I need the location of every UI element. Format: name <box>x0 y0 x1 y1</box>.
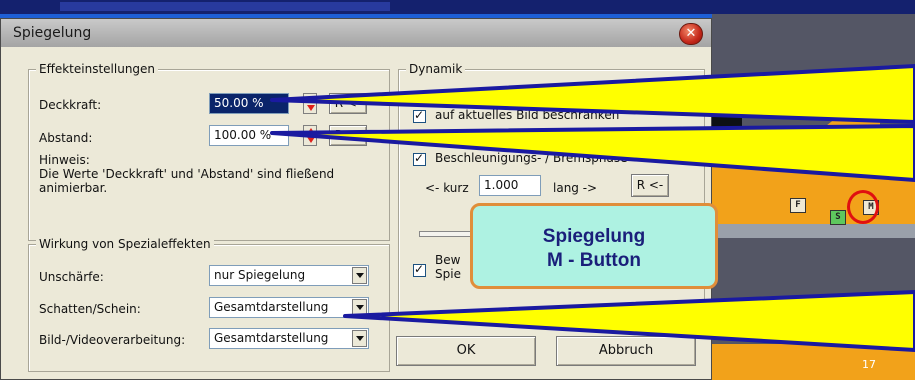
callout-line2: M - Button <box>547 250 641 271</box>
pointer-deckkraft <box>270 64 915 124</box>
pointer-abstand <box>270 124 915 182</box>
annotation-pointers <box>270 64 915 352</box>
callout-line1: Spiegelung <box>542 226 646 247</box>
pointer-schatten <box>343 290 915 352</box>
highlight-circle <box>847 190 879 224</box>
callout-box: Spiegelung M - Button <box>470 203 718 289</box>
